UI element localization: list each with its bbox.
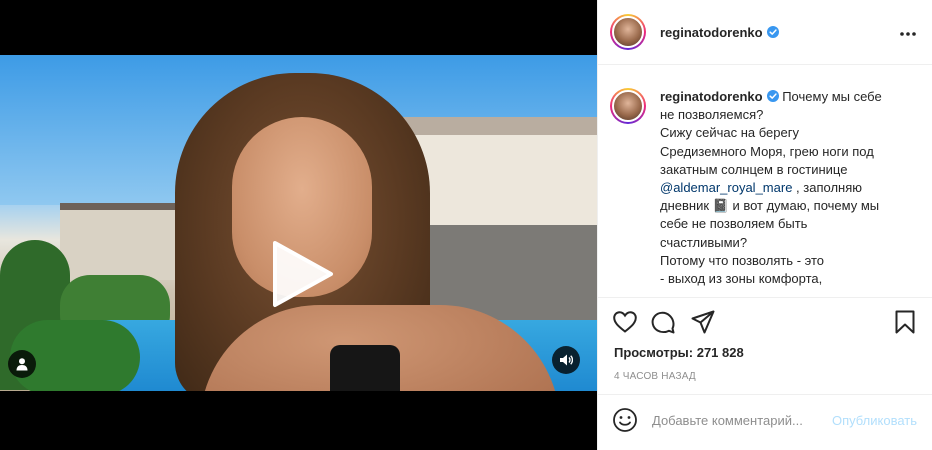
caption-line: счастливыми?	[660, 234, 748, 250]
video-scene-building	[60, 210, 180, 280]
post-caption: reginatodorenko Почему мы себе не позвол…	[610, 88, 922, 293]
avatar[interactable]	[610, 88, 646, 124]
caption-line: дневник 📓 и вот думаю, почему мы	[660, 198, 880, 214]
username-link[interactable]: reginatodorenko	[660, 25, 763, 40]
sound-button[interactable]	[552, 346, 580, 374]
divider	[598, 297, 932, 298]
post-header: reginatodorenko	[598, 0, 932, 65]
comment-input[interactable]	[652, 412, 828, 428]
caption-text: reginatodorenko Почему мы себе не позвол…	[660, 88, 910, 293]
play-icon[interactable]	[265, 239, 335, 309]
comment-form: Опубликовать	[612, 406, 922, 434]
more-options-icon[interactable]	[899, 24, 917, 42]
caption-line: Средиземного Моря, грею ноги под	[660, 143, 874, 159]
views-label: Просмотры:	[614, 345, 694, 360]
bookmark-icon[interactable]	[892, 309, 918, 335]
views-count[interactable]: Просмотры: 271 828	[614, 345, 744, 360]
divider	[598, 394, 932, 395]
post-timestamp[interactable]: 4 ЧАСОВ НАЗАД	[614, 371, 696, 382]
heart-icon[interactable]	[612, 309, 638, 335]
caption-line: закатным солнцем в гостинице	[660, 161, 848, 177]
verified-badge-icon	[766, 90, 779, 102]
emoji-icon[interactable]	[612, 407, 638, 433]
caption-line: себе не позволяем быть	[660, 216, 808, 232]
verified-badge-icon	[766, 26, 779, 38]
avatar[interactable]	[610, 14, 646, 50]
comment-icon[interactable]	[650, 309, 676, 335]
caption-line: Потому что позволять - это	[660, 252, 825, 268]
share-icon[interactable]	[690, 309, 716, 335]
post-actions	[612, 309, 922, 337]
caption-line: - выход из зоны комфорта,	[660, 271, 823, 287]
views-value: 271 828	[696, 345, 744, 360]
caption-username[interactable]: reginatodorenko	[660, 89, 763, 104]
caption-line: Почему мы себе	[782, 89, 882, 104]
video-scene-person	[330, 345, 400, 391]
caption-line: , заполняю	[796, 180, 862, 196]
tagged-user-button[interactable]	[8, 350, 36, 378]
caption-line: Сижу сейчас на берегу	[660, 125, 799, 141]
mention-link[interactable]: @aldemar_royal_mare	[660, 180, 792, 195]
tagged-user-icon	[16, 358, 28, 371]
post-side-panel: reginatodorenko reginatodorenko Почему м…	[597, 0, 932, 450]
media-viewer	[0, 0, 597, 450]
caption-line: не позволяемся?	[660, 107, 764, 123]
video-player[interactable]	[0, 55, 597, 391]
publish-button[interactable]: Опубликовать	[832, 413, 917, 428]
sound-icon	[560, 354, 573, 366]
